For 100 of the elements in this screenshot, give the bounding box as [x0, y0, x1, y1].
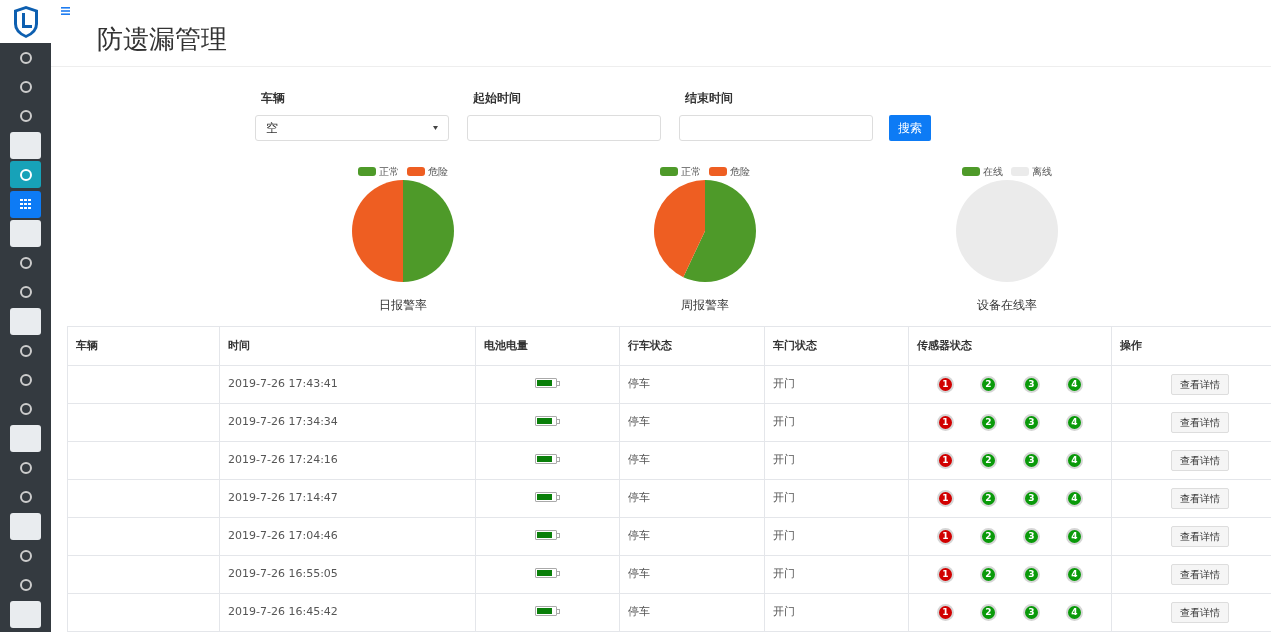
time-cell: 2019-7-26 17:34:34: [219, 403, 476, 442]
sensor-indicator: 1: [937, 414, 954, 431]
search-button[interactable]: 搜索: [889, 115, 931, 141]
sensor-indicator: 1: [937, 452, 954, 469]
sensor-indicator: 2: [980, 604, 997, 621]
sensor-indicator: 3: [1023, 604, 1040, 621]
column-header: 时间: [219, 326, 476, 366]
time-cell: 2019-7-26 17:43:41: [219, 365, 476, 404]
door-status-cell: 开门: [764, 593, 909, 632]
details-button[interactable]: 查看详情: [1170, 450, 1229, 471]
door-status-cell: 开门: [764, 479, 909, 518]
sensor-indicator: 1: [937, 490, 954, 507]
sensor-indicator: 4: [1066, 376, 1083, 393]
battery-terminal-icon: [557, 380, 560, 386]
battery-terminal-icon: [557, 494, 560, 500]
menu-icon[interactable]: [61, 6, 70, 15]
circle-icon: [19, 256, 32, 269]
circle-icon: [19, 51, 32, 64]
details-button[interactable]: 查看详情: [1170, 374, 1229, 395]
drive-status-cell: 停车: [619, 517, 765, 556]
legend-label: 正常: [681, 164, 701, 179]
date-input[interactable]: [467, 115, 661, 141]
drive-status-cell: 停车: [619, 365, 765, 404]
sensor-indicator: 1: [937, 566, 954, 583]
column-header: 操作: [1111, 326, 1271, 366]
sensor-indicator: 4: [1066, 566, 1083, 583]
shield-logo-icon: [11, 4, 40, 39]
column-header: 电池电量: [475, 326, 620, 366]
legend-label: 离线: [1032, 164, 1052, 179]
time-cell: 2019-7-26 17:24:16: [219, 441, 476, 480]
sensor-indicator: 4: [1066, 490, 1083, 507]
page-title: 防遗漏管理: [97, 26, 227, 52]
time-cell: 2019-7-26 16:45:42: [219, 593, 476, 632]
circle-icon: [19, 579, 32, 591]
drive-status-cell: 停车: [619, 441, 765, 480]
sensor-indicator: 2: [980, 452, 997, 469]
menu-item[interactable]: [10, 600, 41, 628]
drive-status-cell: 停车: [619, 479, 765, 518]
battery-gauge: [535, 416, 557, 427]
circle-icon: [19, 80, 32, 93]
circle-icon: [19, 491, 32, 504]
details-button[interactable]: 查看详情: [1170, 564, 1229, 585]
sensor-indicator: 2: [980, 566, 997, 583]
grid-icon: [19, 199, 32, 210]
battery-terminal-icon: [557, 570, 560, 576]
sensor-indicator: 3: [1023, 528, 1040, 545]
battery-gauge: [535, 568, 557, 579]
battery-terminal-icon: [557, 418, 560, 424]
circle-icon: [19, 168, 32, 181]
column-header: 传感器状态: [908, 326, 1112, 366]
chart-title: 设备在线率: [977, 297, 1037, 314]
sensor-indicator: 1: [937, 604, 954, 621]
legend-label: 危险: [428, 164, 448, 179]
caret-icon: [433, 126, 438, 130]
time-cell: 2019-7-26 17:04:46: [219, 517, 476, 556]
menu-item[interactable]: [10, 132, 41, 160]
circle-icon: [19, 461, 32, 474]
sensor-indicator: 2: [980, 528, 997, 545]
details-button[interactable]: 查看详情: [1170, 412, 1229, 433]
menu-item[interactable]: [10, 307, 41, 335]
menu-item[interactable]: [10, 219, 41, 247]
circle-icon: [19, 286, 32, 298]
battery-gauge: [535, 454, 557, 465]
door-status-cell: 开门: [764, 517, 909, 556]
battery-gauge: [535, 492, 557, 503]
sensor-indicator: 1: [937, 528, 954, 545]
sensor-indicator: 2: [980, 490, 997, 507]
date-input[interactable]: [679, 115, 873, 141]
details-button[interactable]: 查看详情: [1170, 602, 1229, 623]
details-button[interactable]: 查看详情: [1170, 526, 1229, 547]
sensor-indicator: 2: [980, 376, 997, 393]
legend-label: 在线: [983, 164, 1003, 179]
circle-icon: [19, 549, 32, 562]
door-status-cell: 开门: [764, 555, 909, 594]
battery-terminal-icon: [557, 532, 560, 538]
battery-terminal-icon: [557, 608, 560, 614]
sensor-indicator: 3: [1023, 414, 1040, 431]
chart-title: 周报警率: [681, 297, 729, 314]
sensor-indicator: 3: [1023, 566, 1040, 583]
legend-label: 危险: [730, 164, 750, 179]
sensor-indicator: 2: [980, 414, 997, 431]
battery-gauge: [535, 378, 557, 389]
field-label: 起始时间: [472, 90, 522, 107]
drive-status-cell: 停车: [619, 403, 765, 442]
circle-icon: [19, 344, 32, 357]
vehicle-select[interactable]: 空: [255, 115, 449, 141]
drive-status-cell: 停车: [619, 555, 765, 594]
battery-gauge: [535, 606, 557, 617]
sensor-indicator: 1: [937, 376, 954, 393]
sensor-indicator: 3: [1023, 490, 1040, 507]
circle-icon: [19, 403, 32, 416]
door-status-cell: 开门: [764, 403, 909, 442]
sensor-indicator: 4: [1066, 414, 1083, 431]
menu-item[interactable]: [10, 512, 41, 540]
menu-item[interactable]: [10, 161, 41, 189]
details-button[interactable]: 查看详情: [1170, 488, 1229, 509]
circle-icon: [19, 110, 32, 123]
time-cell: 2019-7-26 16:55:05: [219, 555, 476, 594]
time-cell: 2019-7-26 17:14:47: [219, 479, 476, 518]
menu-item[interactable]: [10, 190, 41, 218]
